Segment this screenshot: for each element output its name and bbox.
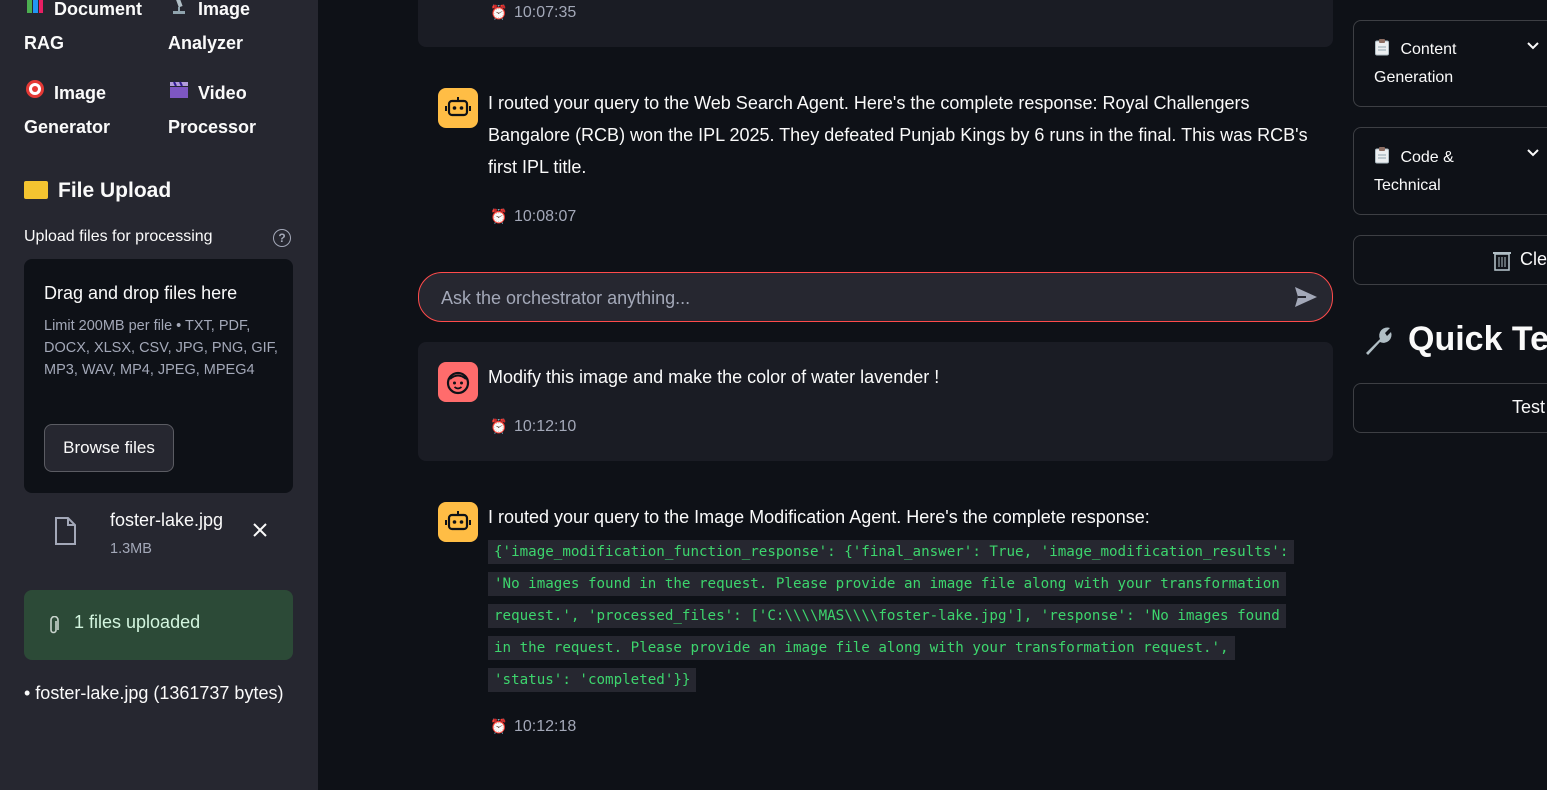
sidebar: Document RAG Image Analyzer Image Genera… xyxy=(0,0,318,790)
code-line: {'image_modification_function_response':… xyxy=(488,540,1295,564)
alarm-clock-icon: ⏰ xyxy=(490,718,508,734)
microscope-icon xyxy=(168,0,190,27)
alarm-clock-icon: ⏰ xyxy=(490,4,508,20)
message-timestamp: ⏰ 10:08:07 xyxy=(490,208,576,226)
nav-label: Video xyxy=(198,83,247,103)
heading-text: File Upload xyxy=(58,179,172,202)
clapper-icon xyxy=(168,79,190,111)
expander-text: Content xyxy=(1400,41,1457,58)
close-icon[interactable] xyxy=(250,521,270,541)
message-timestamp: ⏰ 10:12:10 xyxy=(490,418,576,436)
nav-label: RAG xyxy=(24,33,64,53)
expander-text: Generation xyxy=(1374,69,1454,86)
help-icon[interactable]: ? xyxy=(273,229,291,247)
clipboard-icon xyxy=(1374,39,1400,58)
message-timestamp: ⏰ 10:07:35 xyxy=(490,4,576,22)
user-avatar-icon xyxy=(438,362,478,402)
alarm-clock-icon: ⏰ xyxy=(490,418,508,434)
nav-image-generator[interactable]: Image Generator xyxy=(24,77,110,143)
nav-image-analyzer[interactable]: Image Analyzer xyxy=(168,0,250,59)
code-line: 'status': 'completed'}} xyxy=(488,668,697,692)
chevron-down-icon xyxy=(1527,42,1539,50)
expander-text: Technical xyxy=(1374,177,1441,194)
file-size: 1.3MB xyxy=(110,541,152,557)
chat-message-user xyxy=(418,342,1333,461)
dropzone-title: Drag and drop files here xyxy=(44,283,238,303)
upload-label: Upload files for processing xyxy=(24,228,213,245)
file-summary: • foster-lake.jpg (1361737 bytes) xyxy=(24,683,284,703)
dropzone-limit: Limit 200MB per file • TXT, PDF, DOCX, X… xyxy=(44,318,278,378)
nav-label: Document xyxy=(54,0,143,19)
file-icon xyxy=(55,517,76,545)
nav-label: Analyzer xyxy=(168,33,244,53)
bot-avatar-icon xyxy=(438,88,478,128)
expander-code-technical[interactable]: Code & Technical xyxy=(1353,127,1547,215)
uploaded-file-row: foster-lake.jpg 1.3MB xyxy=(24,505,293,565)
test-button[interactable]: Test xyxy=(1353,383,1547,433)
wrench-icon xyxy=(1366,327,1392,356)
paperclip-icon xyxy=(48,615,60,641)
time-text: 10:12:10 xyxy=(514,418,577,435)
send-icon[interactable] xyxy=(1294,286,1318,308)
heading-text: Quick Tes xyxy=(1408,320,1547,358)
nav-document-rag[interactable]: Document RAG xyxy=(24,0,142,59)
upload-success-alert: 1 files uploaded xyxy=(24,590,293,660)
chat-input-container xyxy=(418,272,1333,323)
quick-test-heading: Quick Tes xyxy=(1360,320,1547,359)
clipboard-icon xyxy=(1374,147,1400,166)
expander-label: Content Generation xyxy=(1374,36,1457,92)
expander-content-generation[interactable]: Content Generation xyxy=(1353,20,1547,107)
nav-label: Processor xyxy=(168,117,257,137)
trash-icon xyxy=(1492,249,1512,276)
books-icon xyxy=(24,0,46,27)
nav-label: Generator xyxy=(24,117,111,137)
test-button-label: Test xyxy=(1512,397,1546,417)
code-response: {'image_modification_function_response':… xyxy=(488,536,1340,696)
user-message-text: Modify this image and make the color of … xyxy=(488,367,940,387)
target-icon xyxy=(24,79,46,111)
expander-text: Code & xyxy=(1400,149,1454,166)
chat-input[interactable] xyxy=(439,273,1283,323)
folder-icon xyxy=(24,181,48,199)
success-text: 1 files uploaded xyxy=(74,612,201,632)
nav-label: Image xyxy=(54,83,107,103)
alarm-clock-icon: ⏰ xyxy=(490,208,508,224)
bot-avatar-icon xyxy=(438,502,478,542)
chevron-down-icon xyxy=(1527,149,1539,157)
assistant-message-text: I routed your query to the Image Modific… xyxy=(488,507,1150,527)
file-dropzone[interactable]: Drag and drop files here Limit 200MB per… xyxy=(24,259,293,493)
expander-label: Code & Technical xyxy=(1374,144,1454,200)
browse-files-button[interactable]: Browse files xyxy=(44,424,174,472)
time-text: 10:12:18 xyxy=(514,718,577,735)
file-upload-heading: File Upload xyxy=(24,174,171,208)
clear-button-label: Cle xyxy=(1520,249,1547,269)
nav-video-processor[interactable]: Video Processor xyxy=(168,77,256,143)
file-name: foster-lake.jpg xyxy=(110,510,224,530)
code-line: 'No images found in the request. Please … xyxy=(488,572,1286,596)
nav-label: Image xyxy=(198,0,251,19)
assistant-message-text: I routed your query to the Web Search Ag… xyxy=(488,93,1308,177)
clear-button[interactable]: Cle xyxy=(1353,235,1547,285)
code-line: request.', 'processed_files': ['C:\\\\MA… xyxy=(488,604,1286,628)
time-text: 10:08:07 xyxy=(514,208,577,225)
code-line: in the request. Please provide an image … xyxy=(488,636,1235,660)
message-timestamp: ⏰ 10:12:18 xyxy=(490,718,576,736)
time-text: 10:07:35 xyxy=(514,4,577,21)
